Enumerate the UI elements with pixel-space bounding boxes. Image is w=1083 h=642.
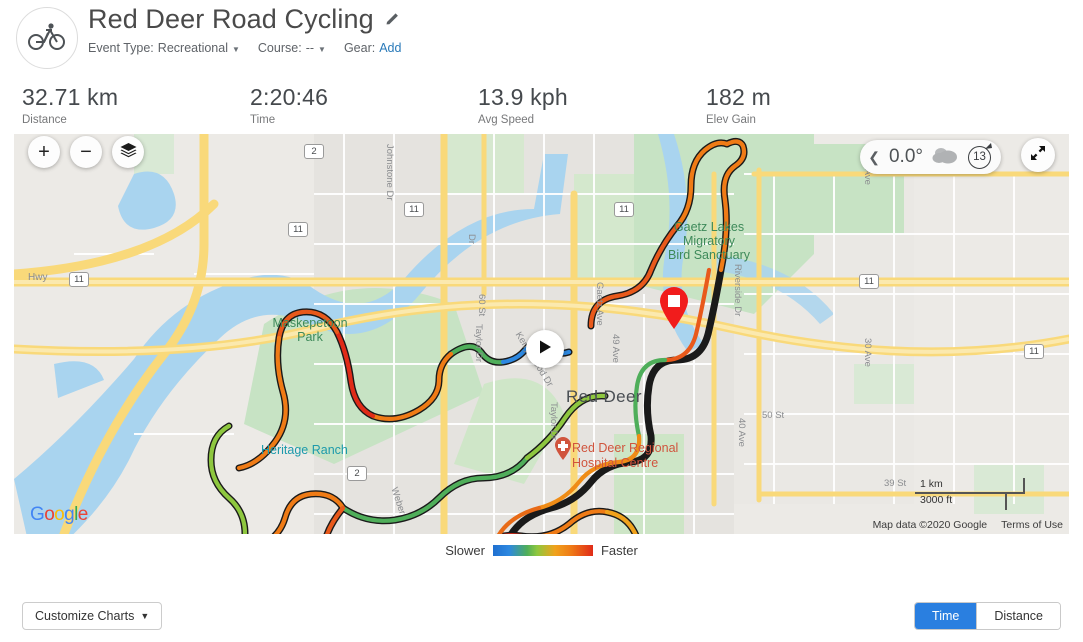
stat-value: 13.9 kph xyxy=(478,84,568,110)
stat-label: Distance xyxy=(22,114,67,126)
legend-slower-label: Slower xyxy=(445,543,485,558)
minus-icon: − xyxy=(80,141,92,163)
finish-flag-marker[interactable] xyxy=(658,286,690,335)
legend-faster-label: Faster xyxy=(600,543,638,558)
map-controls: + − xyxy=(28,136,144,168)
tab-time[interactable]: Time xyxy=(915,603,977,629)
event-type-value: Recreational xyxy=(157,41,228,55)
tab-distance[interactable]: Distance xyxy=(976,603,1060,629)
customize-charts-label: Customize Charts xyxy=(35,609,135,623)
scale-metric: 1 km xyxy=(915,478,1025,494)
highway-shield: 11 xyxy=(404,202,424,217)
stat-time: 2:20:46 Time xyxy=(250,82,478,126)
activity-meta: Event Type: Recreational ▼ Course: -- ▼ … xyxy=(88,41,401,55)
sport-avatar xyxy=(16,7,78,69)
fullscreen-button[interactable] xyxy=(1021,138,1055,172)
gear-label: Gear: xyxy=(343,41,376,55)
highway-shield: 11 xyxy=(859,274,879,289)
attribution-text: Map data ©2020 Google xyxy=(872,519,988,531)
course-dropdown[interactable]: Course: -- ▼ xyxy=(258,41,326,55)
zoom-in-button[interactable]: + xyxy=(28,136,60,168)
chevron-down-icon: ▼ xyxy=(140,611,150,621)
gear-field: Gear: Add xyxy=(344,41,402,55)
highway-shield: 11 xyxy=(69,272,89,287)
plus-icon: + xyxy=(38,141,50,163)
zoom-out-button[interactable]: − xyxy=(70,136,102,168)
scale-imperial: 3000 ft xyxy=(915,494,1007,510)
activity-map[interactable]: Hwy 11 2 11 11 11 11 11 2 Red Deer Maske… xyxy=(14,134,1069,534)
chevron-down-icon: ▼ xyxy=(231,44,240,54)
highway-shield: 11 xyxy=(614,202,634,217)
event-type-label: Event Type: xyxy=(88,41,154,55)
course-value: -- xyxy=(305,41,315,55)
customize-charts-button[interactable]: Customize Charts ▼ xyxy=(22,602,163,630)
bicycle-icon xyxy=(27,21,67,56)
stat-label: Elev Gain xyxy=(706,114,756,126)
stat-avg-speed: 13.9 kph Avg Speed xyxy=(478,82,706,126)
event-type-dropdown[interactable]: Event Type: Recreational ▼ xyxy=(88,41,240,55)
gear-add-link[interactable]: Add xyxy=(379,41,401,55)
stat-value: 2:20:46 xyxy=(250,84,329,110)
map-scale-bar: 1 km 3000 ft xyxy=(915,478,1025,510)
highway-shield: 2 xyxy=(347,466,367,481)
stat-value: 32.71 km xyxy=(22,84,119,110)
wind-speed-badge: 13 xyxy=(968,142,992,169)
highway-shield: 2 xyxy=(304,144,324,159)
summary-stats: 32.71 km Distance 2:20:46 Time 13.9 kph … xyxy=(0,70,1083,134)
map-attribution: Map data ©2020 Google Terms of Use xyxy=(873,519,1063,531)
stat-distance: 32.71 km Distance xyxy=(22,82,250,126)
stat-label: Avg Speed xyxy=(478,114,535,126)
weather-widget[interactable]: ❮ 0.0° 13 xyxy=(860,140,1001,174)
weather-temperature: 0.0° xyxy=(888,146,923,167)
speed-legend: Slower Faster xyxy=(0,543,1083,558)
title-row: Red Deer Road Cycling xyxy=(88,2,401,36)
cloud-icon xyxy=(932,146,959,169)
stat-label: Time xyxy=(250,114,276,126)
playback-button[interactable] xyxy=(526,330,564,368)
chart-controls: Customize Charts ▼ Time Distance xyxy=(0,602,1083,632)
speed-gradient-bar xyxy=(492,545,593,556)
page-title: Red Deer Road Cycling xyxy=(88,4,374,34)
stat-value: 182 m xyxy=(706,84,771,110)
pencil-icon[interactable] xyxy=(384,11,401,33)
chevron-down-icon: ▼ xyxy=(318,44,326,54)
expand-arrows-icon xyxy=(1029,144,1047,167)
highway-shield: 11 xyxy=(1024,344,1044,359)
hospital-marker-icon xyxy=(554,437,572,466)
activity-header: Red Deer Road Cycling Event Type: Recrea… xyxy=(0,0,1083,70)
course-label: Course: xyxy=(257,41,302,55)
layers-icon xyxy=(119,141,138,164)
chevron-left-icon[interactable]: ❮ xyxy=(868,149,880,166)
highway-shield: 11 xyxy=(288,222,308,237)
play-icon xyxy=(537,339,553,360)
map-layers-button[interactable] xyxy=(112,136,144,168)
terms-of-use-link[interactable]: Terms of Use xyxy=(1001,519,1063,531)
x-axis-toggle: Time Distance xyxy=(914,602,1061,630)
google-logo: Google xyxy=(30,504,88,525)
stat-elev-gain: 182 m Elev Gain xyxy=(706,82,934,126)
